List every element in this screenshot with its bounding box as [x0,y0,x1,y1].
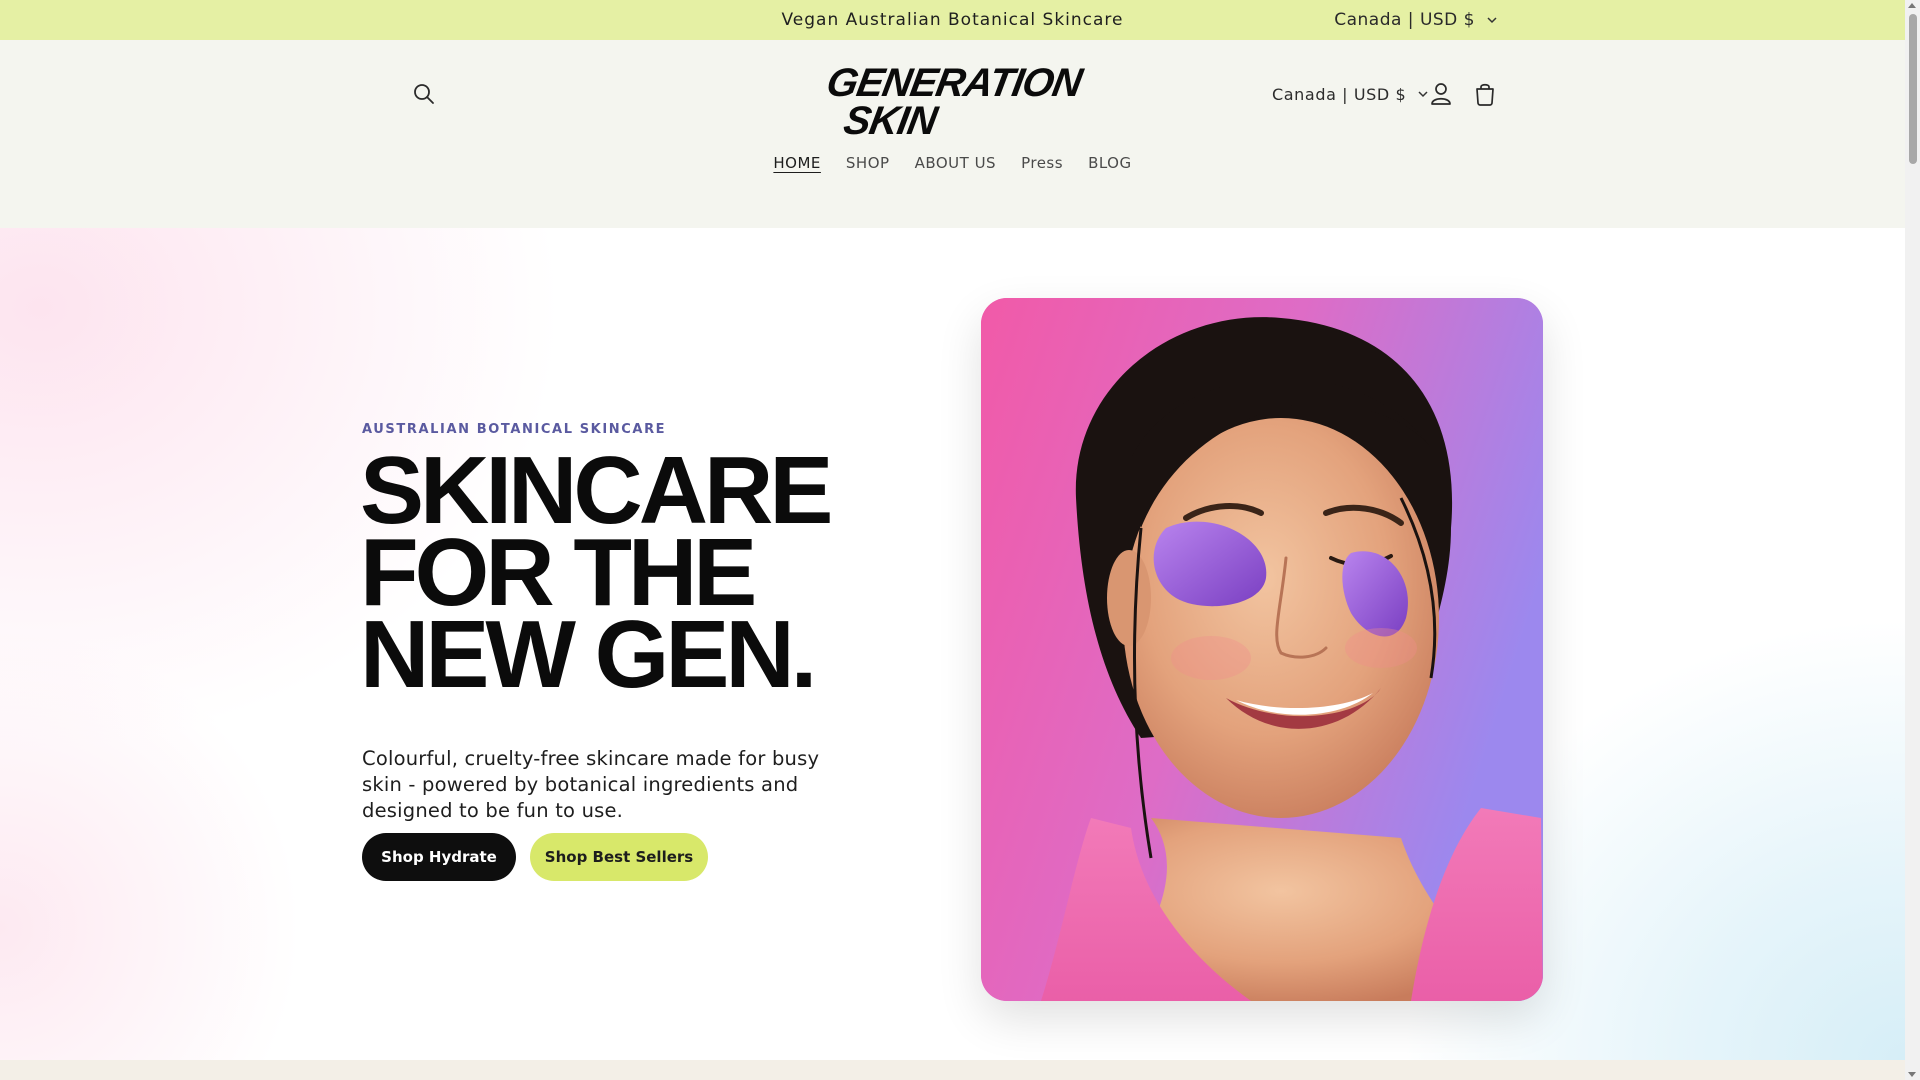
nav-home[interactable]: HOME [773,154,821,172]
hero-subcopy: Colourful, cruelty-free skincare made fo… [362,746,820,822]
hero-eyebrow: AUSTRALIAN BOTANICAL SKINCARE [362,422,667,437]
next-section-edge [0,1060,1905,1080]
announcement-currency-selector[interactable]: Canada | USD $ [1334,0,1497,40]
model-portrait-illustration [981,298,1543,1001]
account-button[interactable] [1428,80,1454,108]
hero-section: AUSTRALIAN BOTANICAL SKINCARE SKINCARE F… [0,228,1905,1060]
hero-headline: SKINCARE FOR THE NEW GEN. [360,443,880,708]
main-nav: HOME SHOP ABOUT US Press BLOG [0,154,1905,172]
search-icon [414,84,434,104]
chevron-down-icon [1418,90,1428,97]
user-icon [1431,83,1451,105]
header-currency-selector[interactable]: Canada | USD $ [1272,80,1428,108]
shop-hydrate-button[interactable]: Shop Hydrate [362,833,516,881]
page: Vegan Australian Botanical Skincare Cana… [0,0,1920,1080]
generation-skin-logo: GENERATION SKIN [823,60,1086,143]
site-header: GENERATION SKIN Canada | USD $ HOME SHOP… [0,40,1905,228]
nav-blog[interactable]: BLOG [1088,154,1132,172]
header-currency-label: Canada | USD $ [1272,84,1407,104]
cart-icon [1476,83,1494,106]
nav-shop[interactable]: SHOP [846,154,890,172]
announcement-bar: Vegan Australian Botanical Skincare Cana… [0,0,1905,40]
shop-best-sellers-button[interactable]: Shop Best Sellers [530,833,708,881]
announcement-currency-label: Canada | USD $ [1334,10,1475,30]
scroll-down-arrow-icon[interactable] [1908,1072,1916,1077]
announcement-text: Vegan Australian Botanical Skincare [781,10,1124,30]
chevron-down-icon [1487,16,1497,23]
search-button[interactable] [410,80,438,108]
nav-about-us[interactable]: ABOUT US [915,154,997,172]
logo-line2: SKIN [840,98,941,140]
page-scrollbar[interactable] [1905,0,1920,1080]
site-logo[interactable]: GENERATION SKIN [800,60,1110,143]
nav-press[interactable]: Press [1021,154,1063,172]
hero-image [981,298,1543,1001]
headline-line-3: NEW GEN. [360,601,817,708]
cart-button[interactable] [1472,80,1498,108]
scroll-up-arrow-icon[interactable] [1908,3,1916,8]
scrollbar-thumb[interactable] [1909,14,1917,164]
